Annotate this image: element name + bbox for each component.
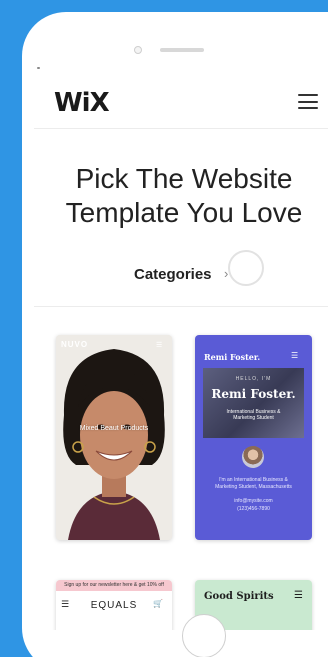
touch-indicator — [228, 250, 264, 286]
template-brand: Good Spirits — [204, 591, 274, 602]
section-divider — [34, 306, 328, 307]
smiling-woman-portrait — [56, 335, 172, 540]
home-button[interactable] — [182, 614, 226, 657]
template-bio: I'm an International Business & Marketin… — [215, 477, 292, 490]
phone-frame: WiX Pick The Website Template You Love C… — [22, 12, 328, 657]
title-line-1: Pick The Website — [75, 163, 293, 194]
template-greeting: HELLO, I'M — [235, 376, 272, 382]
template-email: info@mysite.com — [234, 498, 273, 504]
template-menu-icon: ☰ — [294, 590, 303, 601]
template-card-nuvo[interactable]: NUVO ☰ Mixed Beaut Products — [56, 335, 172, 540]
template-menu-icon: ☰ — [156, 342, 163, 349]
front-camera — [134, 46, 142, 54]
phone-screen: WiX Pick The Website Template You Love C… — [34, 70, 328, 630]
sensor-mark — [37, 67, 40, 69]
avatar — [242, 446, 264, 468]
template-name: Remi Foster. — [211, 387, 296, 401]
template-menu-icon: ☰ — [291, 351, 299, 360]
template-brand: NUVO — [61, 340, 89, 349]
template-card-equals[interactable]: Sign up for our newsletter here & get 10… — [56, 580, 172, 630]
categories-button[interactable]: Categories — [134, 266, 212, 283]
template-subtitle: International Business & Marketing Stude… — [226, 409, 281, 421]
hamburger-menu-icon[interactable] — [298, 94, 318, 109]
template-tagline: Mixed Beaut Products — [79, 425, 149, 432]
template-brand: Remi Foster. — [204, 352, 261, 362]
wix-logo[interactable]: WiX — [54, 88, 110, 118]
newsletter-banner: Sign up for our newsletter here & get 10… — [56, 580, 172, 591]
cart-icon: 🛒 — [153, 599, 163, 608]
header-divider — [34, 128, 328, 129]
title-line-2: Template You Love — [65, 197, 303, 228]
template-phone: (123)456-7890 — [237, 506, 270, 512]
speaker-grille — [160, 48, 204, 52]
template-card-remi-foster[interactable]: Remi Foster. ☰ HELLO, I'M Remi Foster. I… — [195, 335, 312, 540]
page-title: Pick The Website Template You Love — [34, 162, 328, 230]
